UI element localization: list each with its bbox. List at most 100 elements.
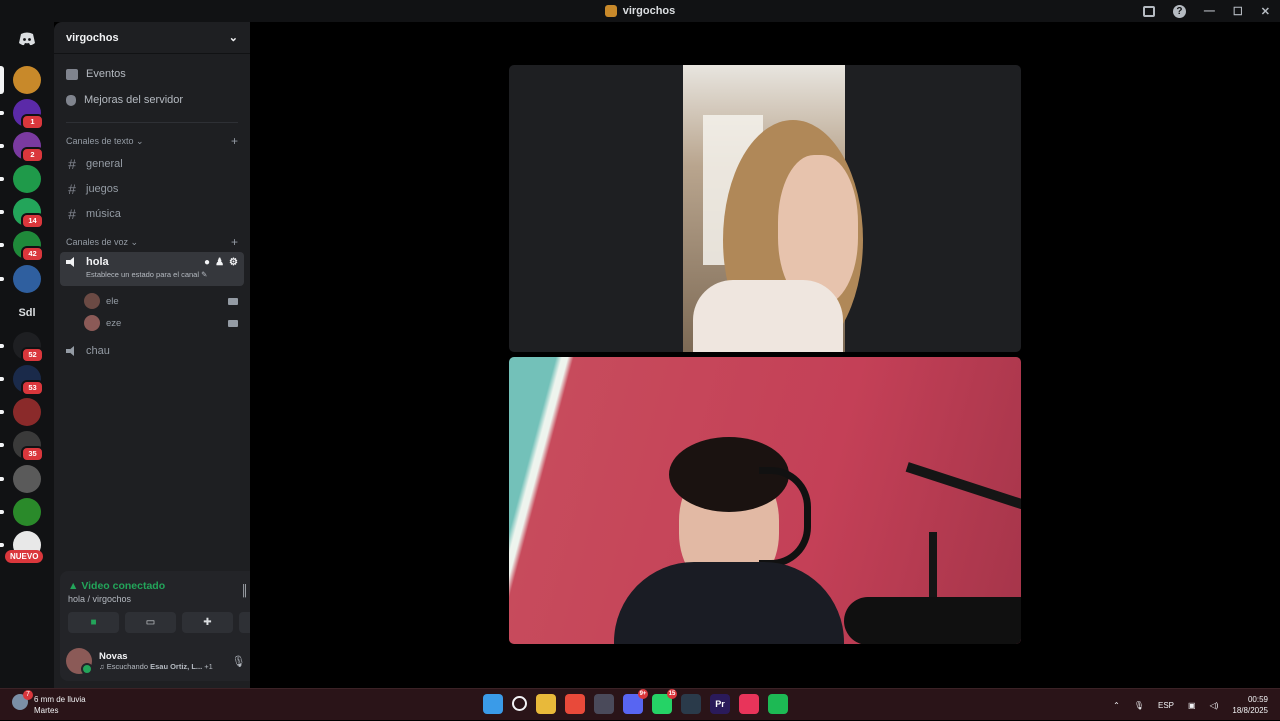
server-name: virgochos	[66, 31, 119, 44]
voice-user[interactable]: ele	[84, 290, 250, 312]
server-icon[interactable]	[13, 265, 41, 293]
video-feed	[509, 357, 1021, 644]
server-icon[interactable]	[13, 465, 41, 493]
server-sdl[interactable]: Sdl	[13, 299, 41, 327]
search-icon[interactable]	[512, 696, 527, 711]
screen-share-button[interactable]: ▭	[125, 612, 176, 633]
tiktok-icon[interactable]	[739, 694, 759, 714]
chat-icon[interactable]: ●	[204, 257, 210, 268]
spotify-icon[interactable]	[768, 694, 788, 714]
server-indicator	[0, 543, 4, 547]
channel-general[interactable]: # general	[60, 151, 244, 176]
add-channel-icon[interactable]: +	[231, 235, 238, 249]
voice-user[interactable]: eze	[84, 312, 250, 334]
server-indicator	[0, 177, 4, 181]
server-indicator	[0, 111, 4, 115]
maximize-button[interactable]: ☐	[1233, 5, 1243, 18]
server-indicator	[0, 210, 4, 214]
system-tray: ⌃ 🎙 ESP ▣ ◁) 00:59 18/8/2025	[1113, 689, 1268, 721]
user-activity: ♫ Escuchando Esau Ortiz, L... +1	[99, 662, 213, 671]
server-icon[interactable]: 52	[13, 332, 44, 363]
speaker-icon	[66, 345, 78, 356]
video-feed	[683, 65, 863, 352]
store-icon[interactable]	[594, 694, 614, 714]
server-icon[interactable]	[13, 498, 41, 526]
network-icon[interactable]: ▣	[1188, 701, 1196, 710]
video-stage	[250, 22, 1280, 688]
mention-badge: 2	[21, 147, 44, 163]
activity-button[interactable]: ✚	[182, 612, 233, 633]
weather-widget[interactable]: 7 6 mm de lluvia Martes	[12, 690, 86, 716]
voice-user-name: ele	[106, 295, 119, 307]
server-indicator	[0, 277, 4, 281]
mention-badge: 1	[21, 114, 44, 130]
microphone-icon[interactable]: 🎙	[1134, 701, 1144, 710]
camera-button[interactable]: ■	[68, 612, 119, 633]
mention-badge: 52	[21, 347, 44, 363]
calendar-icon	[66, 68, 78, 80]
voice-channel-hola[interactable]: hola ● ♟ ⚙ Establece un estado para el c…	[60, 252, 244, 286]
mention-badge: 53	[21, 380, 44, 396]
server-icon[interactable]: 53	[13, 365, 44, 396]
server-indicator	[0, 443, 4, 447]
voice-status-title[interactable]: ▲ Video conectado	[68, 580, 165, 592]
add-channel-icon[interactable]: +	[231, 134, 238, 148]
chrome-icon[interactable]	[565, 694, 585, 714]
server-header[interactable]: virgochos ⌄	[54, 22, 250, 54]
voice-category[interactable]: Canales de voz ⌄ +	[54, 234, 250, 250]
shield-icon	[66, 94, 76, 106]
discord-icon[interactable]: 9+	[623, 689, 648, 714]
server-indicator	[0, 377, 4, 381]
files-icon[interactable]	[536, 694, 556, 714]
text-category[interactable]: Canales de texto ⌄ +	[54, 133, 250, 149]
notification-badge: 9+	[638, 689, 648, 699]
server-icon[interactable]	[13, 398, 41, 426]
taskbar-apps: 9+ 15 Pr	[483, 689, 788, 714]
whatsapp-icon[interactable]: 15	[652, 689, 677, 714]
server-icon[interactable]	[13, 165, 41, 193]
chevron-up-icon[interactable]: ⌃	[1113, 701, 1120, 710]
channel-musica[interactable]: # música	[60, 201, 244, 226]
events-item[interactable]: Eventos	[54, 62, 250, 86]
server-indicator	[0, 410, 4, 414]
microphone-icon[interactable]: 🎙	[232, 655, 246, 668]
weather-badge: 7	[23, 690, 33, 700]
voice-channel-label: hola	[86, 256, 109, 268]
voice-status-subtitle[interactable]: hola / virgochos	[68, 594, 131, 604]
server-indicator	[0, 66, 4, 94]
voice-channel-chau[interactable]: chau	[60, 338, 244, 363]
help-icon[interactable]: ?	[1172, 4, 1186, 18]
boosts-label: Mejoras del servidor	[84, 94, 184, 106]
server-icon[interactable]: 1	[13, 99, 44, 130]
server-icon[interactable]: 42	[13, 231, 44, 262]
server-icon[interactable]: 14	[13, 198, 44, 229]
channel-juegos[interactable]: # juegos	[60, 176, 244, 201]
premiere-icon[interactable]: Pr	[710, 694, 730, 714]
steam-icon[interactable]	[681, 694, 701, 714]
boosts-item[interactable]: Mejoras del servidor	[54, 88, 250, 112]
voice-user-name: eze	[106, 317, 122, 329]
channel-status[interactable]: Establece un estado para el canal ✎	[66, 270, 207, 279]
minimize-button[interactable]: —	[1204, 5, 1215, 17]
server-icon[interactable]: 2	[13, 132, 44, 163]
close-button[interactable]: ✕	[1261, 5, 1270, 18]
windows-icon[interactable]	[483, 694, 503, 714]
clock[interactable]: 00:59 18/8/2025	[1232, 694, 1268, 716]
server-icon[interactable]: 35	[13, 431, 44, 462]
avatar	[84, 315, 100, 331]
hash-icon: #	[68, 205, 76, 222]
avatar[interactable]	[66, 648, 93, 675]
hash-icon: #	[68, 155, 76, 172]
camera-icon	[228, 297, 238, 305]
video-tile-eze[interactable]	[509, 357, 1021, 644]
video-tile-ele[interactable]	[509, 65, 1021, 352]
server-indicator	[0, 243, 4, 247]
inbox-icon[interactable]	[1142, 5, 1155, 17]
volume-icon[interactable]: ◁)	[1210, 701, 1219, 710]
language-indicator[interactable]: ESP	[1158, 701, 1174, 710]
voice-category-label: Canales de voz	[66, 236, 129, 247]
invite-icon[interactable]: ♟	[215, 257, 224, 268]
discord-home-icon[interactable]	[14, 28, 40, 50]
server-icon[interactable]	[13, 66, 41, 94]
gear-icon[interactable]: ⚙	[229, 257, 238, 268]
